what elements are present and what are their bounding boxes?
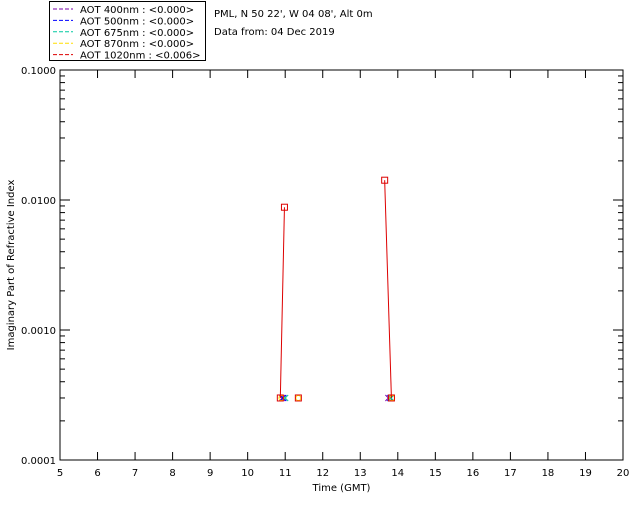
y-axis-label: Imaginary Part of Refractive Index xyxy=(6,180,17,351)
legend-label: AOT 400nm : <0.000> xyxy=(80,5,194,16)
x-tick-label: 7 xyxy=(132,468,138,479)
plot-frame xyxy=(59,69,624,461)
y-tick-label: 0.0001 xyxy=(21,456,56,467)
legend-label: AOT 870nm : <0.000> xyxy=(80,39,194,50)
legend-label: AOT 500nm : <0.000> xyxy=(80,16,194,27)
x-tick-label: 10 xyxy=(241,468,254,479)
x-tick-label: 8 xyxy=(169,468,175,479)
x-tick-label: 6 xyxy=(94,468,100,479)
chart-plot: 5 6 7 8 9 10 11 12 13 14 15 16 17 18 19 20 0.0001 0.0010 0… xyxy=(6,5,630,494)
x-tick-label: 13 xyxy=(354,468,367,479)
x-tick-label: 9 xyxy=(207,468,213,479)
data-point-circle xyxy=(295,394,302,401)
legend-label: AOT 675nm : <0.000> xyxy=(80,28,194,39)
x-tick-label: 19 xyxy=(579,468,592,479)
x-tick-label: 12 xyxy=(316,468,329,479)
x-tick-label: 20 xyxy=(617,468,630,479)
y-tick-label: 0.1000 xyxy=(21,66,56,77)
x-tick-label: 15 xyxy=(429,468,442,479)
legend-label: AOT 1020nm : <0.006> xyxy=(80,51,200,62)
y-tick-label: 0.0010 xyxy=(21,326,56,337)
series-line xyxy=(384,180,392,398)
x-tick-label: 14 xyxy=(391,468,404,479)
x-axis-label: Time (GMT) xyxy=(312,483,371,494)
series-line xyxy=(279,207,285,398)
x-tick-label: 5 xyxy=(57,468,63,479)
x-tick-label: 16 xyxy=(466,468,479,479)
x-tick-label: 11 xyxy=(279,468,292,479)
x-tick-label: 18 xyxy=(542,468,555,479)
x-tick-label: 17 xyxy=(504,468,517,479)
y-tick-label: 0.0100 xyxy=(21,196,56,207)
